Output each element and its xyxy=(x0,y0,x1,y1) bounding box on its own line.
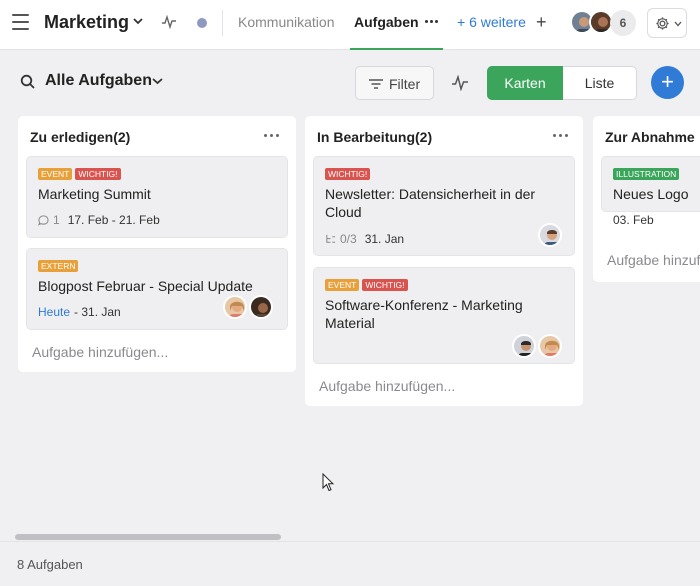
tag-badge: EVENT xyxy=(325,279,360,291)
filter-label: Filter xyxy=(389,76,421,92)
comment-count: 1 xyxy=(53,213,60,227)
comment-icon xyxy=(38,214,49,226)
task-card[interactable]: EVENT WICHTIG! Marketing Summit 1 17. Fe… xyxy=(26,156,288,238)
view-karten-button[interactable]: Karten xyxy=(487,66,563,100)
column-title: Zur Abnahme xyxy=(605,129,695,145)
card-title-line: Newsletter: Datensicherheit in der xyxy=(325,186,536,202)
avatar[interactable] xyxy=(512,334,536,358)
card-title: Neues Logo xyxy=(613,186,689,202)
card-date: 17. Feb - 21. Feb xyxy=(67,213,160,227)
tab-aufgaben[interactable]: Aufgaben xyxy=(354,14,419,30)
board-column: In Bearbeitung(2) WICHTIG! Newsletter: D… xyxy=(305,116,583,406)
tag-badge: EVENT xyxy=(38,168,73,180)
column-title: In Bearbeitung(2) xyxy=(317,129,433,145)
mouse-cursor-icon xyxy=(322,473,334,492)
board-column: Zu erledigen(2) EVENT WICHTIG! Marketing… xyxy=(18,116,296,372)
tag-badge: EXTERN xyxy=(38,260,79,272)
search-icon[interactable] xyxy=(20,74,36,90)
card-title: Marketing Summit xyxy=(38,186,151,202)
board-column: Zur Abnahme ILLUSTRATION Neues Logo 03. … xyxy=(593,116,700,282)
activity-icon[interactable] xyxy=(162,15,176,29)
task-card[interactable]: WICHTIG! Newsletter: Datensicherheit in … xyxy=(313,156,575,256)
task-card[interactable]: EXTERN Blogpost Februar - Special Update… xyxy=(26,248,288,330)
tag-badge: WICHTIG! xyxy=(325,168,371,180)
project-status-dot xyxy=(197,18,207,28)
menu-icon[interactable] xyxy=(12,14,29,30)
add-task-link[interactable]: Aufgabe hinzufügen... xyxy=(607,252,700,268)
column-menu-icon[interactable] xyxy=(553,134,568,137)
tag-badge: WICHTIG! xyxy=(75,168,121,180)
avatar[interactable] xyxy=(538,334,562,358)
card-title: Blogpost Februar - Special Update xyxy=(38,278,253,294)
chevron-down-icon xyxy=(674,21,682,27)
card-date: 31. Jan xyxy=(364,232,405,246)
card-title-line: Material xyxy=(325,315,375,331)
column-menu-icon[interactable] xyxy=(264,134,279,137)
card-title-line: Software-Konferenz - Marketing xyxy=(325,297,523,313)
add-task-link[interactable]: Aufgabe hinzufügen... xyxy=(32,344,168,360)
chevron-down-icon[interactable] xyxy=(152,77,163,85)
active-tab-indicator xyxy=(350,48,443,50)
card-date: 03. Feb xyxy=(613,213,654,227)
horizontal-scrollbar[interactable] xyxy=(15,534,281,540)
avatar[interactable] xyxy=(223,295,247,319)
gear-icon xyxy=(656,17,669,30)
board-column-clip: Zur Abnahme ILLUSTRATION Neues Logo 03. … xyxy=(593,116,700,282)
project-title[interactable]: Marketing xyxy=(44,12,129,33)
task-card[interactable]: EVENT WICHTIG! Software-Konferenz - Mark… xyxy=(313,267,575,364)
divider xyxy=(0,541,700,542)
add-task-button[interactable]: + xyxy=(651,66,684,99)
tag-badge: ILLUSTRATION xyxy=(613,168,680,180)
card-title: Newsletter: Datensicherheit in der Cloud xyxy=(325,185,535,221)
filter-icon xyxy=(369,79,383,89)
column-title: Zu erledigen(2) xyxy=(30,129,131,145)
divider xyxy=(222,10,223,36)
view-title[interactable]: Alle Aufgaben xyxy=(45,72,152,90)
task-card[interactable]: ILLUSTRATION Neues Logo 03. Feb xyxy=(601,156,700,227)
card-date-end: - 31. Jan xyxy=(74,305,121,319)
view-liste-button[interactable]: Liste xyxy=(563,66,637,100)
tag-badge: WICHTIG! xyxy=(362,279,408,291)
add-tab-button[interactable]: + xyxy=(536,12,547,33)
settings-button[interactable] xyxy=(647,8,687,38)
top-bar: Marketing Kommunikation Aufgaben + 6 wei… xyxy=(0,0,700,50)
subtask-count: 0/3 xyxy=(340,232,357,246)
tab-more-icon[interactable] xyxy=(425,20,438,23)
avatar[interactable] xyxy=(538,223,562,247)
card-title-line: Cloud xyxy=(325,204,362,220)
subtask-icon xyxy=(326,234,336,243)
avatar[interactable] xyxy=(249,295,273,319)
tab-more-link[interactable]: + 6 weitere xyxy=(457,14,526,30)
tab-kommunikation[interactable]: Kommunikation xyxy=(238,14,335,30)
filter-button[interactable]: Filter xyxy=(355,66,434,100)
activity-icon[interactable] xyxy=(452,75,468,91)
member-count-badge[interactable]: 6 xyxy=(610,10,636,36)
card-title: Software-Konferenz - Marketing Material xyxy=(325,296,523,332)
task-count: 8 Aufgaben xyxy=(17,557,83,572)
chevron-down-icon[interactable] xyxy=(133,17,143,25)
card-date-start: Heute xyxy=(38,305,71,319)
add-task-link[interactable]: Aufgabe hinzufügen... xyxy=(319,378,455,394)
